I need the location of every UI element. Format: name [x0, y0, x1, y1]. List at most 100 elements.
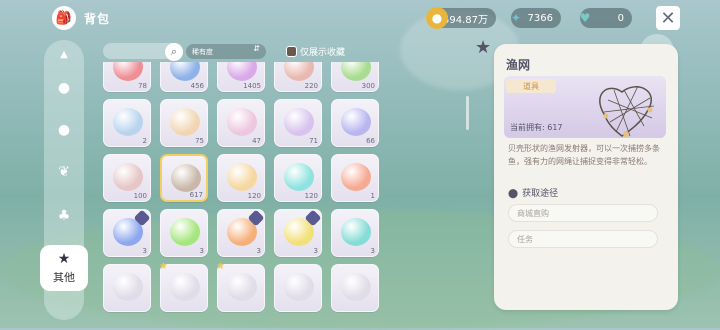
arrow-up-icon: ▲ [60, 48, 68, 60]
item-count: 2 [142, 137, 147, 145]
item-icon [341, 273, 371, 301]
item-icon [227, 62, 257, 81]
item-count: 71 [309, 137, 318, 145]
inventory-slot[interactable]: 47 [217, 99, 265, 147]
inventory-slot[interactable]: 3 [331, 209, 379, 257]
item-detail-panel: 渔网 道具 当前拥有: 617 贝壳形状的渔网发射器，可以一次捕捞多条鱼，强有力… [494, 44, 678, 310]
inventory-slot[interactable] [103, 264, 151, 312]
gold-coin-icon: ● [426, 7, 448, 29]
sidebar-tab-face[interactable]: ● [52, 76, 76, 100]
inventory-grid: 78 456 1405 220 300 2 75 47 71 66 100 617 120 120 1 3 3 3… [100, 62, 380, 328]
close-icon: ✕ [660, 7, 676, 29]
inventory-slot[interactable]: 120 [274, 154, 322, 202]
star-icon: ★ [159, 261, 168, 272]
inventory-slot[interactable]: 220 [274, 62, 322, 92]
item-icon [284, 273, 314, 301]
inventory-slot[interactable]: 617 [160, 154, 208, 202]
item-icon [113, 273, 143, 301]
inventory-slot[interactable]: 2 [103, 99, 151, 147]
gem-currency[interactable]: ♥ 0 [580, 8, 632, 28]
item-icon [227, 273, 257, 301]
face-icon: ● [57, 80, 71, 96]
gold-currency[interactable]: ● 594.87万 [426, 7, 496, 29]
item-count: 1 [370, 192, 375, 200]
item-icon [113, 163, 143, 191]
inventory-slot[interactable]: 1 [331, 154, 379, 202]
item-count: 100 [133, 192, 147, 200]
inventory-slot[interactable] [331, 264, 379, 312]
item-icon [171, 164, 201, 192]
inventory-slot[interactable]: 3 [217, 209, 265, 257]
sidebar-tab-tree[interactable]: ♣ [52, 204, 76, 228]
inventory-slot[interactable]: 1405 [217, 62, 265, 92]
item-icon [341, 218, 371, 246]
sidebar-tab-top[interactable]: ▲ [52, 42, 76, 66]
item-count: 3 [142, 247, 147, 255]
item-name: 渔网 [506, 58, 531, 72]
item-count: 47 [252, 137, 261, 145]
inventory-slot[interactable]: 3 [274, 209, 322, 257]
heart-gem-icon: ♥ [579, 11, 591, 25]
inventory-slot[interactable]: 3 [103, 209, 151, 257]
star-value: 7366 [527, 12, 553, 24]
top-bar: 🎒 背包 ● 594.87万 ✦ 7366 ♥ 0 ✕ [0, 0, 720, 36]
search-button[interactable]: ⌕ [165, 43, 183, 61]
item-count: 75 [195, 137, 204, 145]
inventory-slot[interactable]: ★ [159, 261, 208, 312]
location-pin-icon: ⬤ [508, 189, 519, 199]
favorite-star-icon[interactable]: ★ [475, 37, 491, 58]
item-icon [284, 62, 314, 81]
item-icon [227, 163, 257, 191]
owned-count: 当前拥有: 617 [510, 123, 563, 132]
item-icon [341, 62, 371, 81]
source-title-text: 获取途径 [522, 189, 559, 199]
gold-value: 594.87万 [443, 14, 488, 26]
item-icon [170, 218, 200, 246]
item-icon [170, 62, 200, 81]
grid-scrollbar[interactable] [466, 96, 469, 130]
favorites-checkbox[interactable] [286, 46, 297, 57]
item-icon [284, 163, 314, 191]
inventory-slot[interactable]: 100 [103, 154, 151, 202]
tab-other[interactable]: ★ 其他 [40, 245, 88, 291]
inventory-slot[interactable] [274, 264, 322, 312]
inventory-slot[interactable]: 120 [217, 154, 265, 202]
tree-icon: ♣ [57, 208, 71, 224]
item-category-tag: 道具 [506, 79, 556, 93]
inventory-slot[interactable]: 75 [160, 99, 208, 147]
item-count: 3 [370, 247, 375, 255]
apple-icon: ● [57, 122, 71, 138]
item-count: 66 [366, 137, 375, 145]
item-icon [113, 62, 143, 81]
star-currency[interactable]: ✦ 7366 [511, 8, 561, 28]
item-count: 3 [256, 247, 261, 255]
sidebar-tab-leaf[interactable]: ❦ [52, 160, 76, 184]
source-task-button[interactable]: 任务 [508, 230, 658, 248]
blue-star-icon: ✦ [510, 11, 522, 25]
source-shop-button[interactable]: 商城直购 [508, 204, 658, 222]
item-count: 220 [304, 82, 318, 90]
item-count: 3 [199, 247, 204, 255]
item-count: 120 [304, 192, 318, 200]
item-icon [341, 163, 371, 191]
inventory-slot[interactable]: ★ [216, 261, 265, 312]
item-count: 456 [190, 82, 204, 90]
close-button[interactable]: ✕ [656, 6, 680, 30]
inventory-slot[interactable]: 66 [331, 99, 379, 147]
source-title: ⬤ 获取途径 [508, 186, 558, 199]
backpack-icon: 🎒 [52, 6, 76, 30]
sort-dropdown[interactable]: 稀有度 ⇵ [186, 44, 266, 59]
item-icon [284, 108, 314, 136]
inventory-slot[interactable]: 3 [160, 209, 208, 257]
inventory-slot[interactable]: 71 [274, 99, 322, 147]
item-icon [113, 108, 143, 136]
search-icon: ⌕ [170, 45, 178, 58]
sort-label: 稀有度 [192, 47, 213, 56]
sidebar-tab-apple[interactable]: ● [52, 118, 76, 142]
leaf-icon: ❦ [58, 164, 70, 180]
inventory-slot[interactable]: 456 [160, 62, 208, 92]
inventory-slot[interactable]: 300 [331, 62, 379, 92]
page-title: 背包 [84, 12, 111, 26]
inventory-slot[interactable]: 78 [103, 62, 151, 92]
item-count: 300 [361, 82, 375, 90]
